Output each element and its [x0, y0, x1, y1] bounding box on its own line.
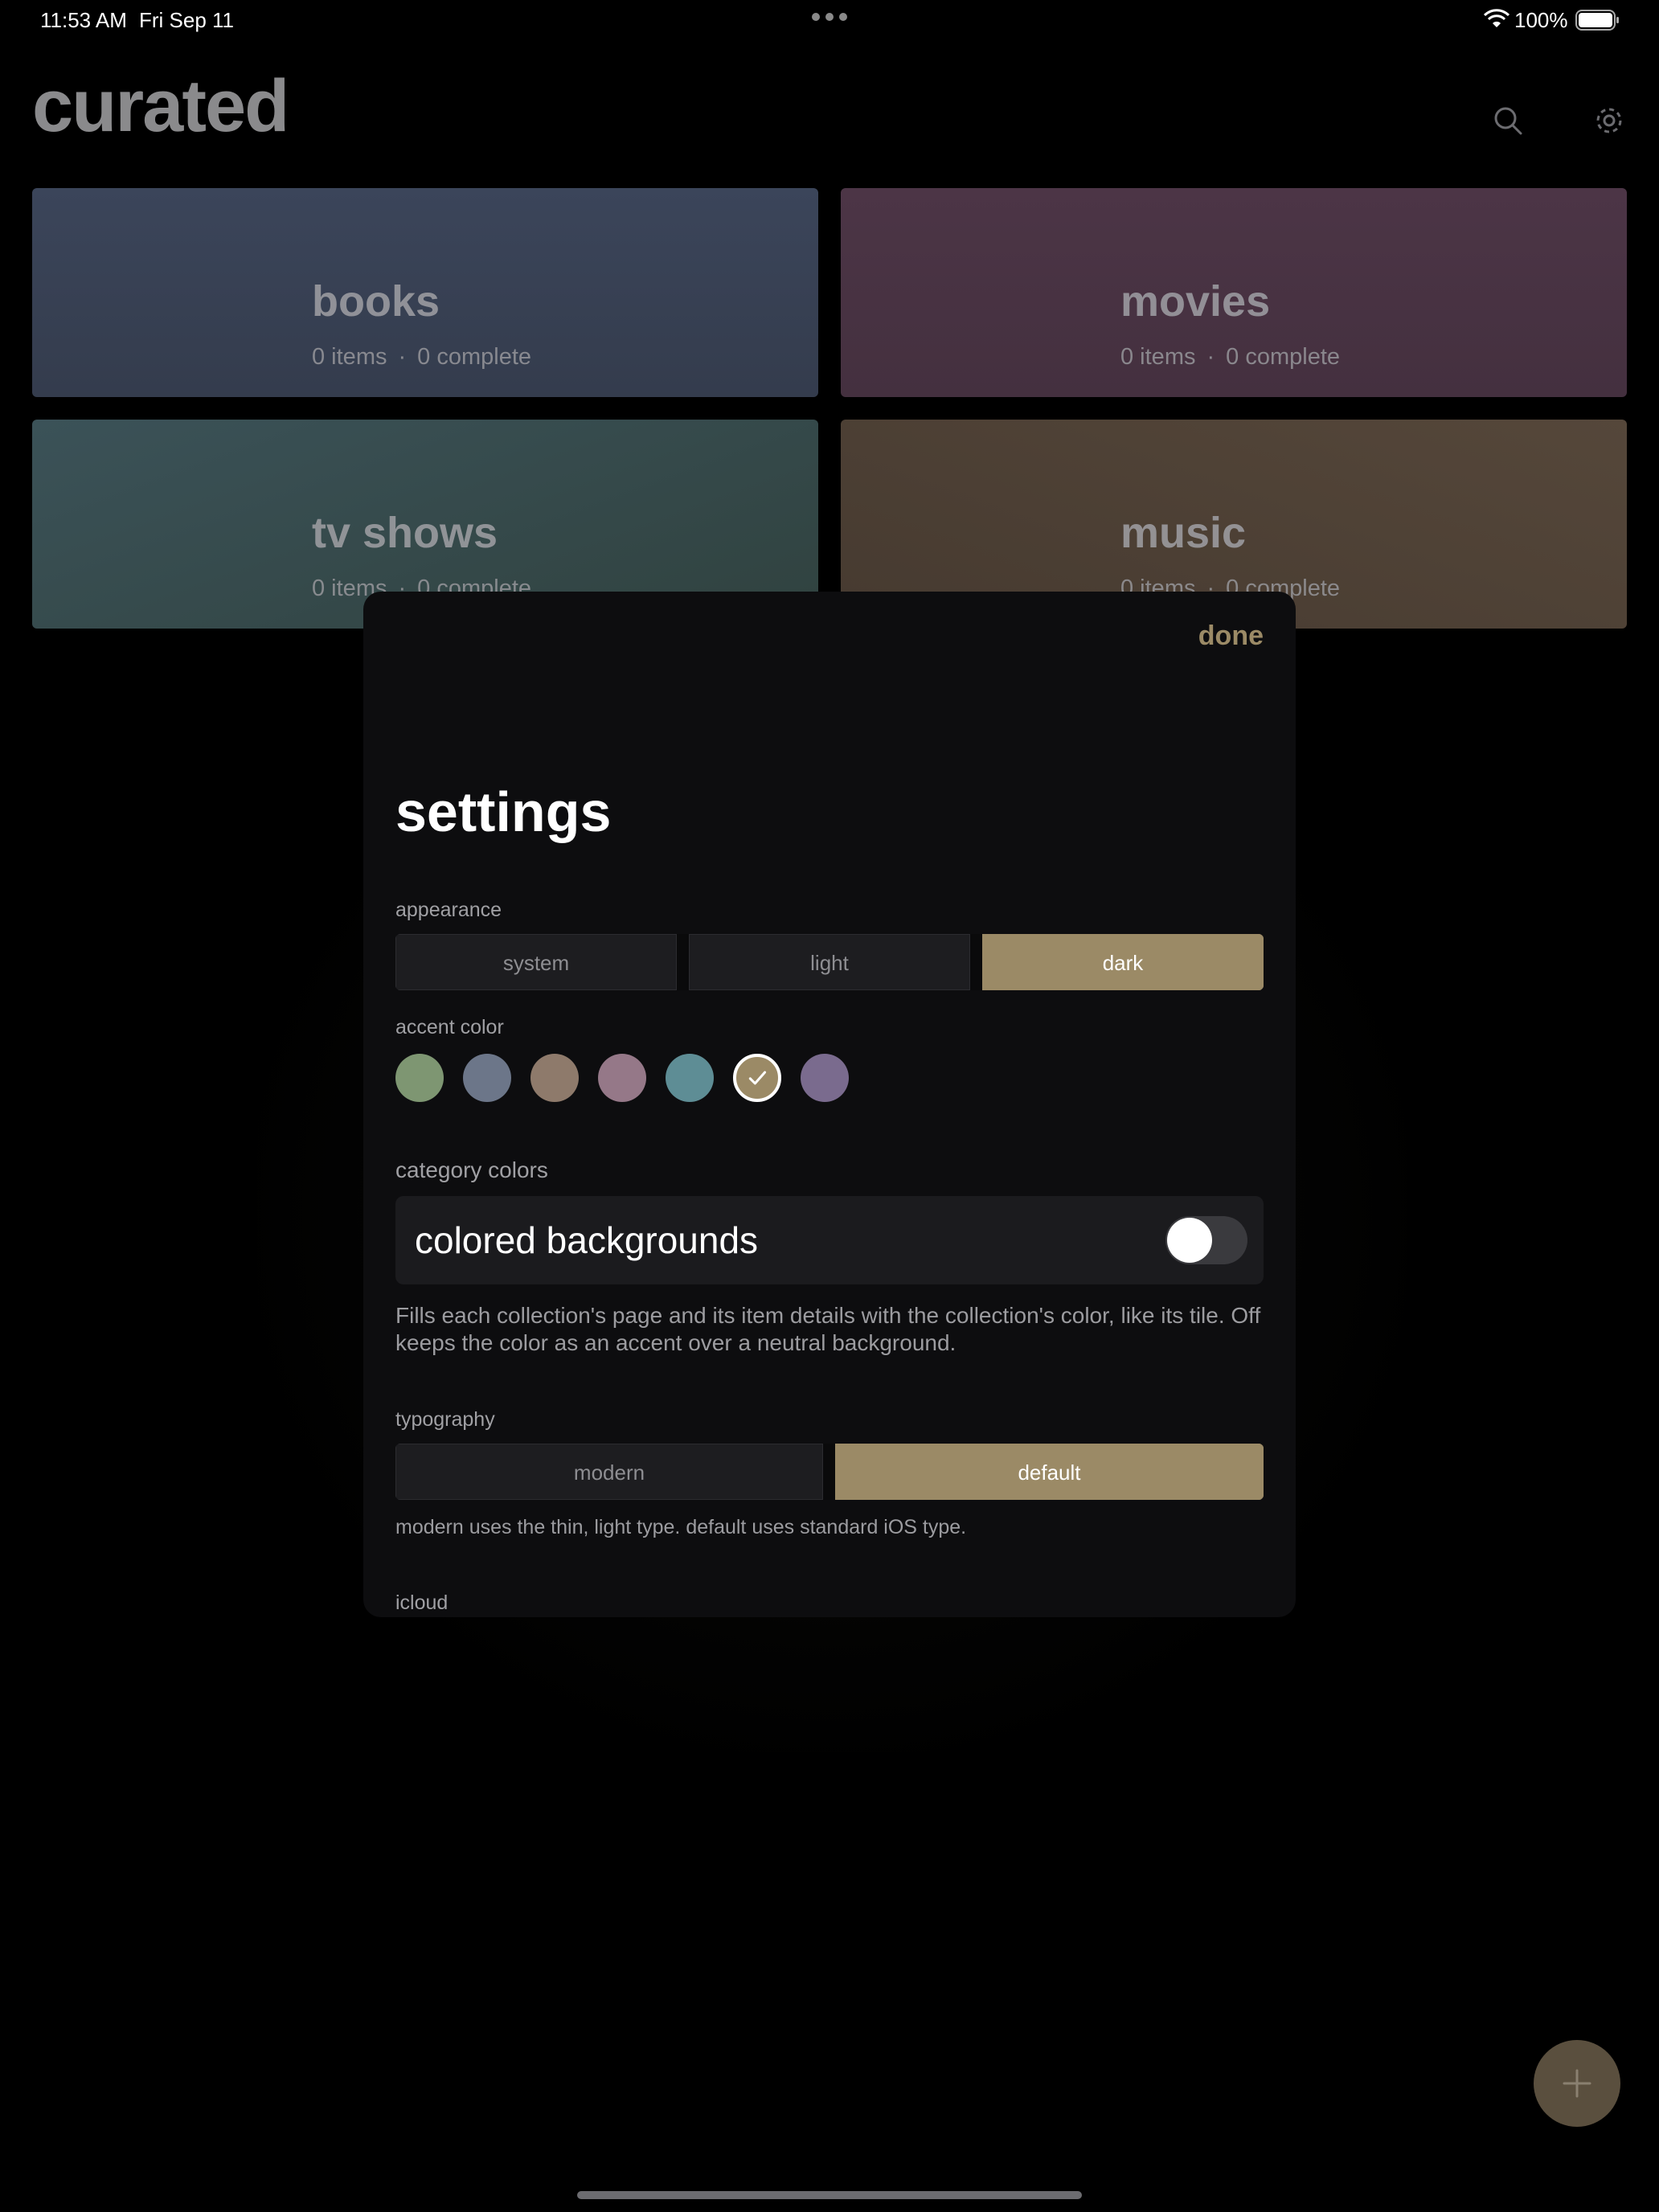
accent-swatch-mauve[interactable] — [598, 1054, 646, 1102]
multitasking-dots-icon[interactable] — [812, 13, 847, 21]
appearance-segmented-control: system light dark — [395, 934, 1264, 990]
settings-title: settings — [395, 780, 612, 843]
accent-swatch-purple[interactable] — [801, 1054, 849, 1102]
colored-backgrounds-toggle[interactable] — [1165, 1216, 1247, 1264]
accent-swatch-tan[interactable] — [733, 1054, 781, 1102]
battery-icon — [1575, 10, 1619, 31]
colored-backgrounds-row: colored backgrounds — [395, 1196, 1264, 1284]
typography-label: typography — [395, 1408, 495, 1431]
icloud-label: icloud — [395, 1591, 449, 1614]
appearance-label: appearance — [395, 899, 502, 921]
meta-separator: · — [398, 344, 407, 370]
item-count: 0 items — [312, 344, 387, 370]
colored-backgrounds-label: colored backgrounds — [415, 1219, 759, 1261]
appearance-option-dark[interactable]: dark — [982, 934, 1264, 990]
collection-name: music — [1120, 509, 1247, 557]
typography-segmented-control: modern default — [395, 1444, 1264, 1500]
collection-tile-movies[interactable]: movies 0 items · 0 complete — [841, 188, 1627, 397]
checkmark-icon — [748, 1071, 767, 1085]
settings-sheet: done settings appearance system light da… — [363, 592, 1296, 1617]
accent-swatch-brown[interactable] — [530, 1054, 579, 1102]
collection-name: books — [312, 277, 440, 326]
toggle-knob — [1167, 1218, 1212, 1263]
accent-swatch-green[interactable] — [395, 1054, 444, 1102]
home-indicator[interactable] — [577, 2191, 1082, 2199]
collection-tile-books[interactable]: books 0 items · 0 complete — [32, 188, 818, 397]
typography-option-default[interactable]: default — [835, 1444, 1264, 1500]
battery-percentage: 100% — [1514, 8, 1568, 32]
accent-swatch-teal[interactable] — [666, 1054, 714, 1102]
search-icon[interactable] — [1492, 104, 1524, 137]
meta-separator: · — [1206, 344, 1215, 370]
accent-color-label: accent color — [395, 1016, 504, 1038]
collection-name: movies — [1120, 277, 1271, 326]
appearance-option-light[interactable]: light — [689, 934, 970, 990]
item-count: 0 items — [1120, 344, 1196, 370]
typography-option-modern[interactable]: modern — [395, 1444, 823, 1500]
accent-swatch-slate[interactable] — [463, 1054, 511, 1102]
accent-color-swatches — [395, 1054, 868, 1104]
complete-count: 0 complete — [1226, 344, 1341, 370]
app-title: curated — [32, 65, 289, 147]
appearance-option-system[interactable]: system — [395, 934, 677, 990]
add-collection-button[interactable] — [1534, 2040, 1620, 2127]
wifi-icon — [1484, 9, 1509, 27]
category-colors-label: category colors — [395, 1157, 548, 1182]
category-colors-help: Fills each collection's page and its ite… — [395, 1303, 1261, 1355]
typography-help: modern uses the thin, light type. defaul… — [395, 1516, 967, 1538]
plus-icon — [1563, 2069, 1591, 2098]
collection-meta: 0 items · 0 complete — [312, 344, 531, 371]
gear-icon[interactable] — [1593, 104, 1625, 137]
complete-count: 0 complete — [417, 344, 532, 370]
status-date: Fri Sep 11 — [139, 8, 235, 32]
done-button[interactable]: done — [1198, 621, 1264, 652]
status-bar: 11:53 AM Fri Sep 11 100% — [0, 0, 1659, 40]
status-time: 11:53 AM — [40, 8, 127, 32]
collection-meta: 0 items · 0 complete — [1120, 344, 1340, 371]
collection-name: tv shows — [312, 509, 498, 557]
